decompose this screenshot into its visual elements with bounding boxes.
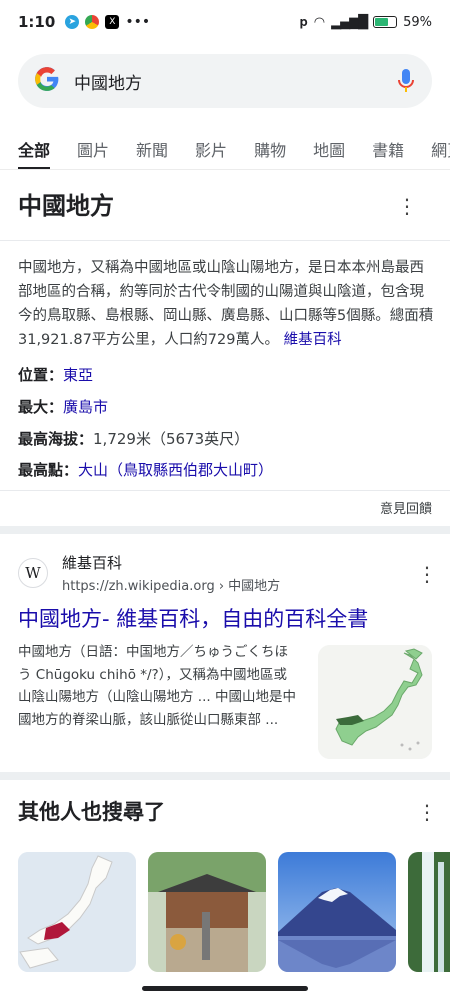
result-map-thumbnail[interactable]	[318, 645, 432, 759]
feedback-link[interactable]: 意見回饋	[380, 498, 432, 517]
tab-7[interactable]: 網頁	[431, 130, 450, 169]
x-app-icon: X	[105, 15, 120, 29]
knowledge-panel-description: 中國地方，又稱為中國地區或山陰山陽地方，是日本本州島最西部地區的合稱，約等同於古…	[18, 256, 436, 352]
fact-location: 位置：東亞	[18, 364, 93, 385]
battery-percent: 59%	[403, 14, 432, 30]
fact-highest-point: 最高點：大山（鳥取縣西伯郡大山町）	[18, 459, 273, 480]
related-card-map[interactable]	[18, 852, 136, 972]
fact-value-link[interactable]: 大山（鳥取縣西伯郡大山町）	[78, 461, 273, 479]
fact-value-link[interactable]: 東亞	[63, 366, 93, 384]
result-site-name[interactable]: 維基百科	[62, 552, 122, 573]
fact-value: 1,729米（5673英尺）	[93, 430, 250, 448]
tab-6[interactable]: 書籍	[372, 130, 404, 169]
search-box[interactable]: 中國地方	[18, 54, 432, 108]
fact-key: 位置：	[18, 366, 64, 384]
tab-2[interactable]: 新聞	[136, 130, 168, 169]
home-indicator[interactable]	[142, 986, 308, 991]
wikipedia-source-link[interactable]: 維基百科	[284, 332, 342, 348]
tab-1[interactable]: 圖片	[77, 130, 109, 169]
fact-key: 最高點：	[18, 461, 79, 479]
result-snippet: 中國地方（日語：中国地方／ちゅうごくちほう Chūgoku chihō */?）…	[18, 644, 296, 728]
result-more-icon[interactable]: ⋮	[417, 564, 437, 584]
status-time: 1:10	[18, 13, 56, 31]
tab-5[interactable]: 地圖	[313, 130, 345, 169]
signal-icon: ▂▄▆█	[331, 14, 368, 30]
tab-3[interactable]: 影片	[195, 130, 227, 169]
related-card-temple[interactable]	[148, 852, 266, 972]
result-url[interactable]: https://zh.wikipedia.org › 中國地方	[62, 575, 280, 594]
wikipedia-favicon-icon: W	[18, 558, 48, 588]
fact-value-link[interactable]: 廣島市	[63, 398, 108, 416]
result-title-link[interactable]: 中國地方- 維基百科，自由的百科全書	[18, 603, 368, 633]
others-searched-heading: 其他人也搜尋了	[18, 800, 165, 824]
more-notifications-icon: •••	[125, 14, 151, 30]
divider	[0, 490, 450, 491]
tab-4[interactable]: 購物	[254, 130, 286, 169]
knowledge-panel-title: 中國地方	[18, 192, 114, 220]
search-query[interactable]: 中國地方	[74, 69, 396, 94]
battery-icon	[373, 16, 398, 28]
more-options-icon[interactable]: ⋮	[397, 196, 417, 216]
chrome-icon	[85, 15, 100, 29]
search-tabs: 全部圖片新聞影片購物地圖書籍網頁	[0, 130, 450, 170]
microphone-icon[interactable]	[396, 67, 416, 95]
related-card-waterfall[interactable]	[408, 852, 450, 972]
divider	[0, 240, 450, 241]
status-bar: 1:10 ➤ X ••• 𝐩 ◠ ▂▄▆█ 59%	[0, 0, 450, 44]
description-text: 中國地方，又稱為中國地區或山陰山陽地方，是日本本州島最西部地區的合稱，約等同於古…	[18, 260, 434, 348]
fact-key: 最大：	[18, 398, 64, 416]
fact-key: 最高海拔：	[18, 430, 94, 448]
fact-largest: 最大：廣島市	[18, 396, 108, 417]
google-logo-icon	[34, 66, 60, 97]
tab-0[interactable]: 全部	[18, 130, 51, 169]
section-separator	[0, 772, 450, 780]
others-more-icon[interactable]: ⋮	[417, 802, 437, 822]
telegram-icon: ➤	[65, 15, 80, 29]
fact-highest-elevation: 最高海拔：1,729米（5673英尺）	[18, 428, 249, 449]
wifi-icon: ◠	[313, 14, 326, 30]
related-card-mountain[interactable]	[278, 852, 396, 972]
section-separator	[0, 526, 450, 534]
vibrate-icon: 𝐩	[299, 14, 308, 30]
